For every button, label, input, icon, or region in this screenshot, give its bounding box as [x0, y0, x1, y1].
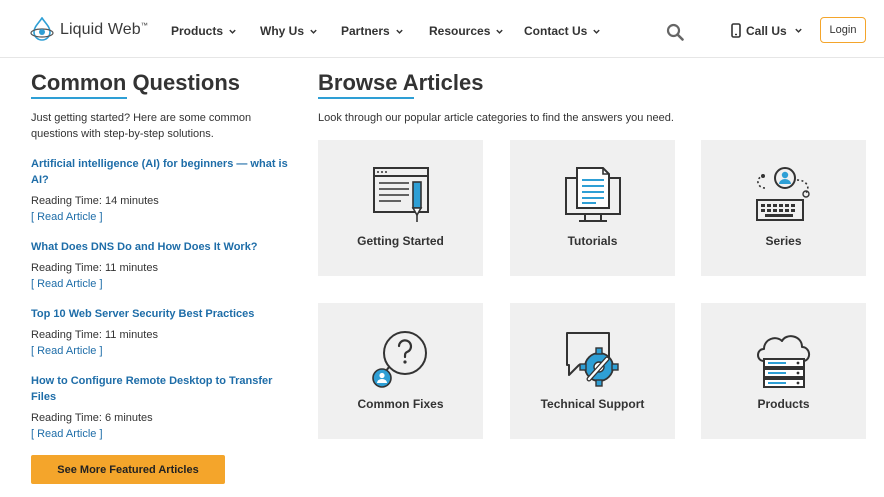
logo-text: Liquid Web™ [60, 21, 148, 38]
category-card-getting-started[interactable]: Getting Started [318, 140, 483, 276]
reading-time: Reading Time: 11 minutes [31, 262, 158, 274]
category-label: Getting Started [357, 234, 444, 248]
search-icon[interactable] [666, 23, 684, 41]
category-label: Technical Support [540, 397, 645, 411]
questions-intro: Just getting started? Here are some comm… [31, 112, 252, 140]
category-label: Common Fixes [357, 397, 444, 411]
user-keyboard-icon [755, 167, 810, 221]
nav-label: Partners [341, 24, 390, 38]
category-label: Tutorials [567, 234, 618, 248]
login-button[interactable]: Login [820, 17, 866, 43]
see-more-featured-button[interactable]: See More Featured Articles [31, 455, 225, 484]
chevron-down-icon [229, 29, 236, 34]
call-us-label: Call Us [746, 23, 787, 38]
category-card-products[interactable]: Products [701, 303, 866, 439]
question-bubble-icon [371, 331, 427, 388]
question-link-ai[interactable]: Artificial intelligence (AI) for beginne… [31, 156, 293, 188]
chat-gear-wrench-icon [565, 332, 619, 387]
chevron-down-icon [496, 29, 504, 34]
category-label: Series [765, 234, 802, 248]
chevron-down-icon [593, 29, 601, 34]
chevron-down-icon [395, 29, 403, 34]
site-header: Liquid Web™ Products Why Us Partners Res… [0, 0, 884, 58]
call-us-menu[interactable]: Call Us [731, 23, 803, 38]
phone-icon [731, 23, 741, 38]
chevron-down-icon [310, 29, 317, 34]
cloud-server-icon [756, 335, 810, 388]
logo[interactable]: Liquid Web™ [30, 17, 148, 43]
chevron-down-icon [794, 28, 802, 33]
common-questions-title: Common Questions [31, 70, 241, 95]
read-article-link[interactable]: [ Read Article ] [31, 428, 103, 440]
category-label: Products [757, 397, 810, 411]
category-card-tutorials[interactable]: Tutorials [510, 140, 675, 276]
nav-resources[interactable]: Resources [429, 24, 504, 38]
reading-time: Reading Time: 6 minutes [31, 412, 153, 424]
reading-time: Reading Time: 14 minutes [31, 195, 159, 207]
browse-intro: Look through our popular article categor… [318, 112, 674, 124]
category-card-technical-support[interactable]: Technical Support [510, 303, 675, 439]
question-link-dns[interactable]: What Does DNS Do and How Does It Work? [31, 239, 293, 255]
reading-time: Reading Time: 11 minutes [31, 329, 158, 341]
nav-label: Why Us [260, 24, 305, 38]
monitor-document-icon [564, 167, 621, 222]
title-underline [31, 97, 127, 99]
nav-label: Products [171, 24, 224, 38]
nav-label: Contact Us [524, 24, 588, 38]
question-link-remote-desktop[interactable]: How to Configure Remote Desktop to Trans… [31, 373, 293, 405]
category-card-series[interactable]: Series [701, 140, 866, 276]
category-card-common-fixes[interactable]: Common Fixes [318, 303, 483, 439]
browser-pencil-icon [372, 167, 429, 222]
browse-articles-title: Browse Articles [318, 70, 484, 95]
nav-contact-us[interactable]: Contact Us [524, 24, 601, 38]
nav-label: Resources [429, 24, 491, 38]
nav-products[interactable]: Products [171, 24, 237, 38]
nav-partners[interactable]: Partners [341, 24, 404, 38]
liquid-web-logo-icon [30, 17, 54, 41]
question-link-security[interactable]: Top 10 Web Server Security Best Practice… [31, 306, 293, 322]
read-article-link[interactable]: [ Read Article ] [31, 211, 103, 223]
title-underline [318, 97, 414, 99]
nav-why-us[interactable]: Why Us [260, 24, 318, 38]
read-article-link[interactable]: [ Read Article ] [31, 278, 103, 290]
read-article-link[interactable]: [ Read Article ] [31, 345, 103, 357]
